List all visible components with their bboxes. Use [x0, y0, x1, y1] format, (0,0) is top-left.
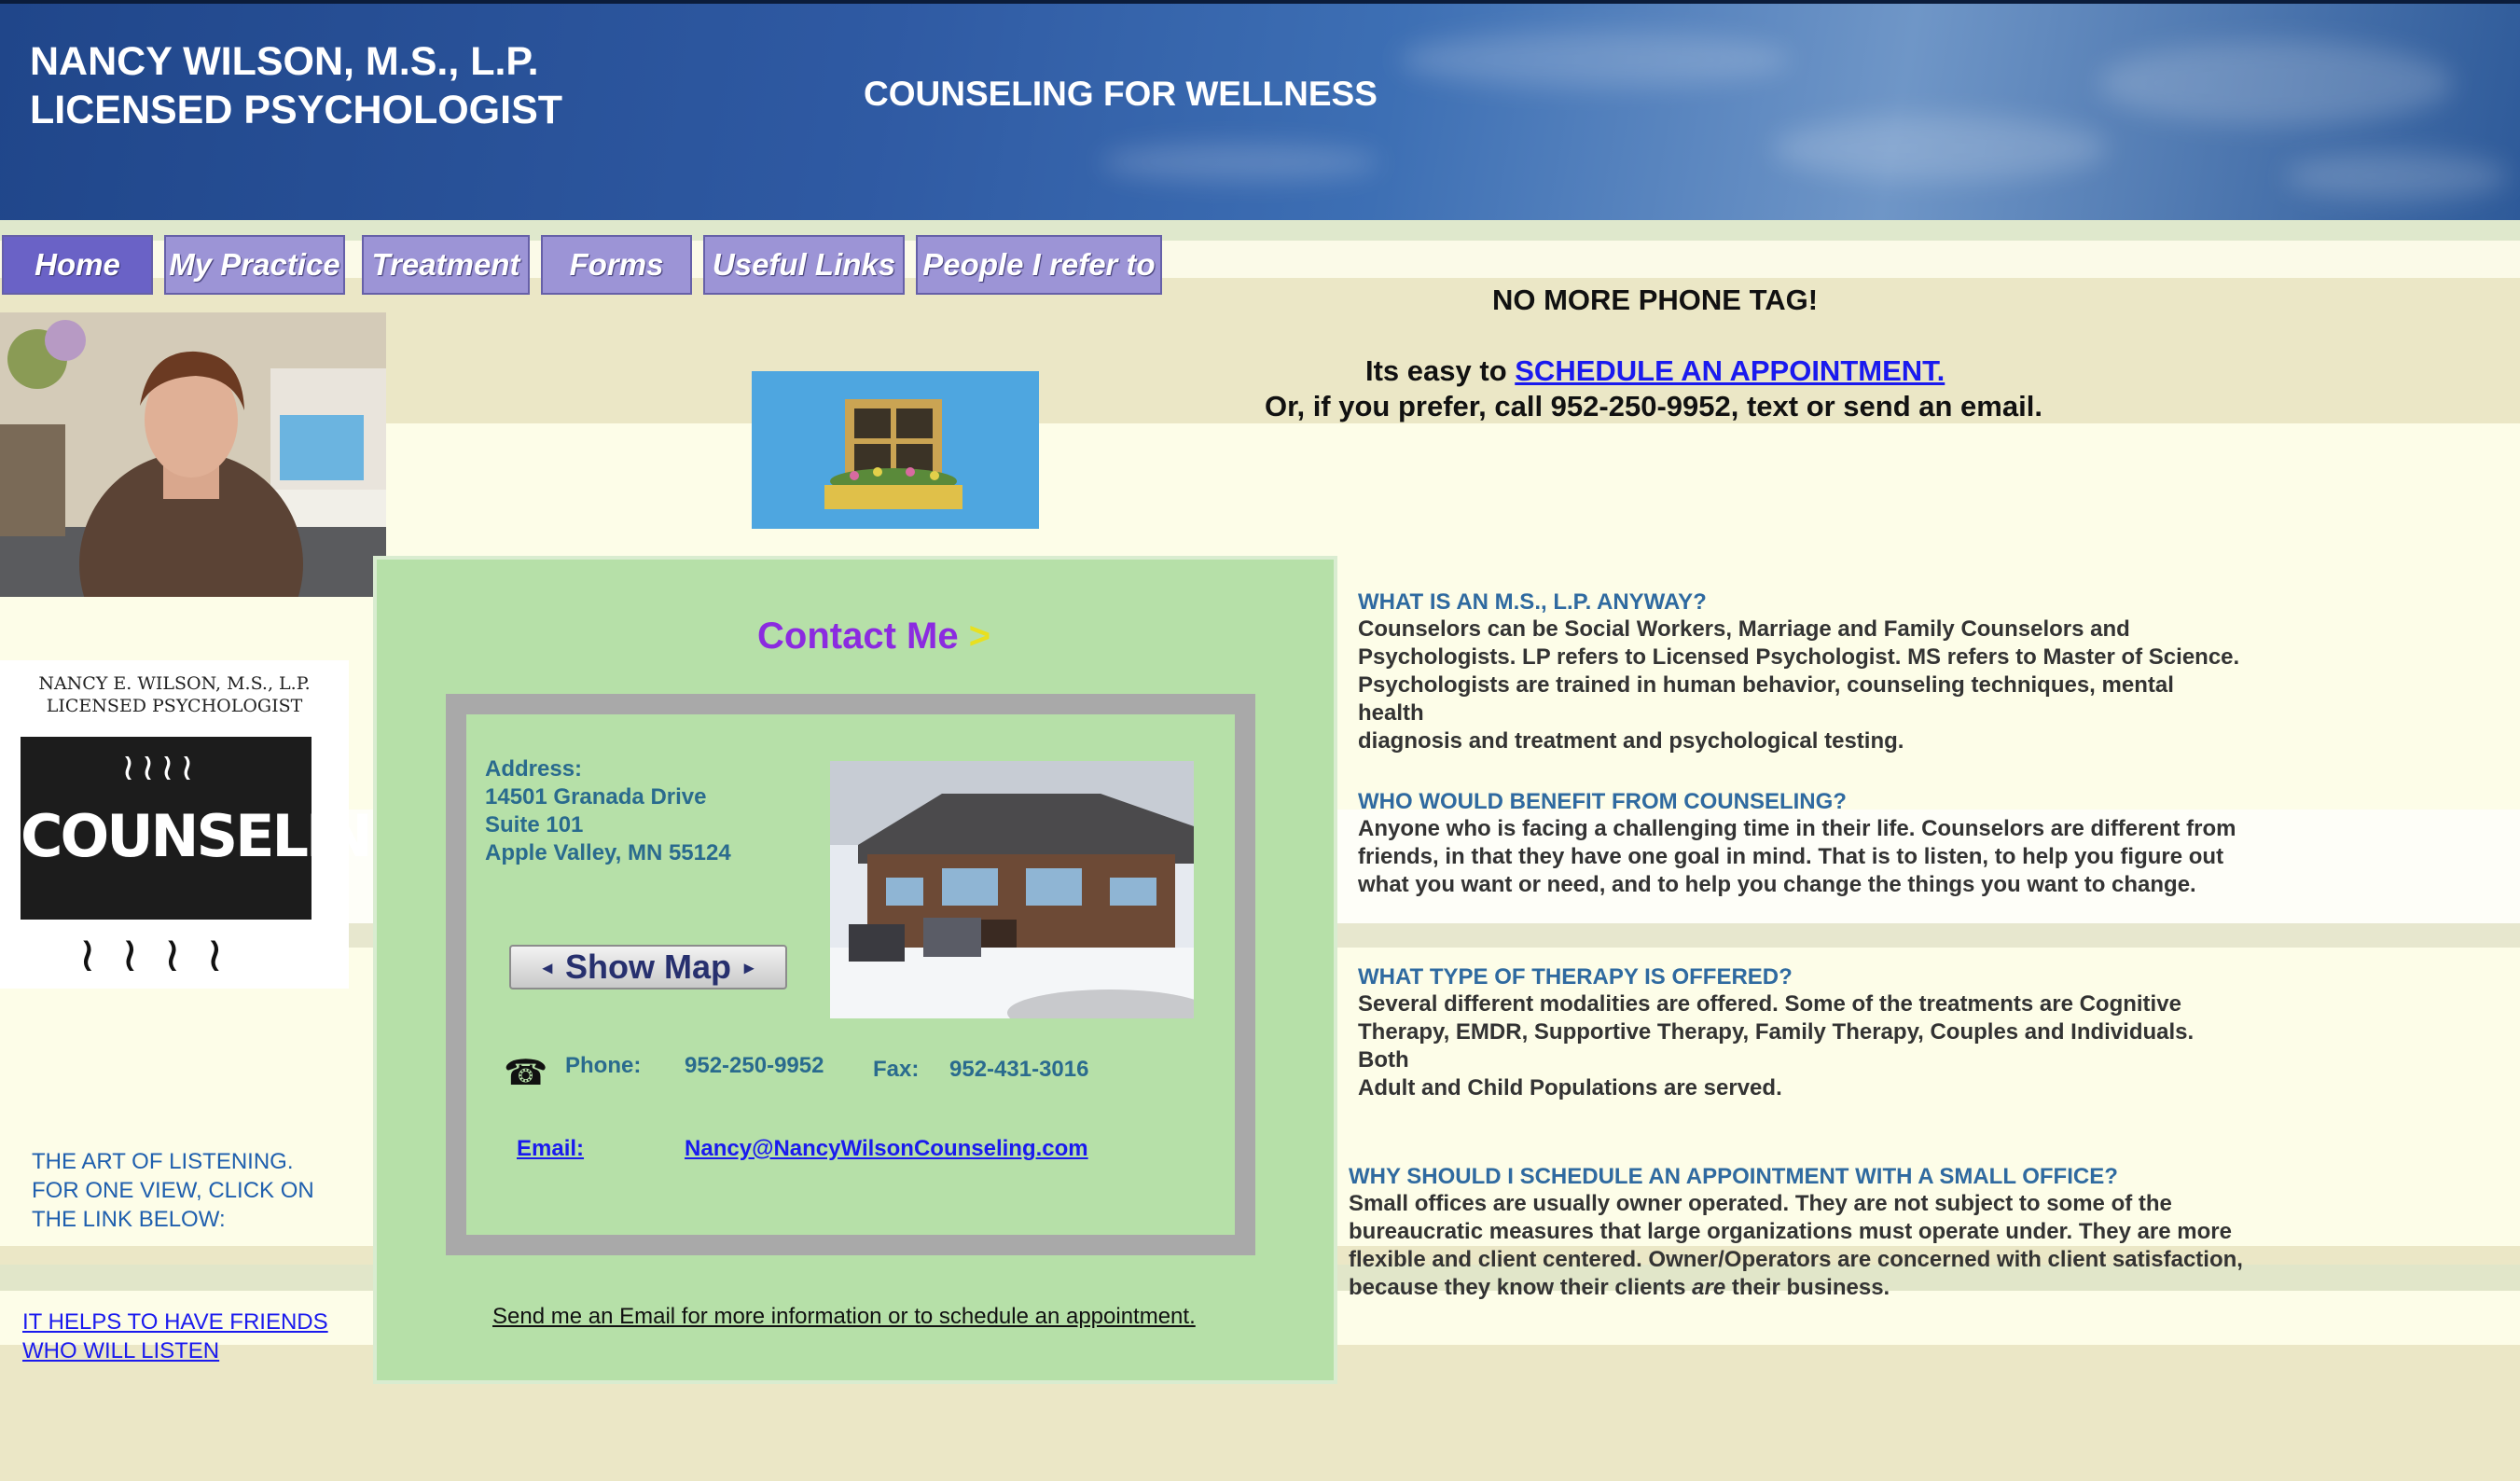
- faq-answer-line: Both: [1358, 1047, 1409, 1073]
- site-tagline: COUNSELING FOR WELLNESS: [864, 75, 1378, 113]
- fax-number: 952-431-3016: [949, 1057, 1089, 1082]
- faq-question: WHO WOULD BENEFIT FROM COUNSELING?: [1358, 789, 1847, 814]
- faq-last-suffix: their business.: [1725, 1275, 1890, 1300]
- faq-last-prefix: because they know their clients: [1349, 1275, 1693, 1300]
- nav-useful-links[interactable]: Useful Links: [703, 235, 905, 295]
- faq-answer-line: friends, in that they have one goal in m…: [1358, 844, 2224, 869]
- contact-title-text: Contact Me: [757, 616, 959, 657]
- faq-answer-line: Small offices are usually owner operated…: [1349, 1191, 2172, 1216]
- art-line: FOR ONE VIEW, CLICK ON: [32, 1178, 314, 1203]
- nav-forms[interactable]: Forms: [541, 235, 692, 295]
- friends-link-line1: IT HELPS TO HAVE FRIENDS: [22, 1309, 328, 1335]
- phone-label: Phone:: [565, 1053, 642, 1078]
- nav-my-practice[interactable]: My Practice: [164, 235, 345, 295]
- window-flower-box-image: [752, 371, 1039, 529]
- nav-people-i-refer-to[interactable]: People I refer to: [916, 235, 1162, 295]
- friends-link[interactable]: IT HELPS TO HAVE FRIENDS WHO WILL LISTEN: [22, 1308, 328, 1365]
- faq-last-em: are: [1692, 1275, 1726, 1300]
- art-of-listening-text: THE ART OF LISTENING. FOR ONE VIEW, CLIC…: [32, 1147, 314, 1234]
- logo-wave-icon: ≀≀≀≀: [78, 928, 248, 982]
- faq-answer-line: Several different modalities are offered…: [1358, 991, 2181, 1017]
- profile-photo: [0, 312, 386, 597]
- map-left-icon: ◂: [542, 957, 552, 978]
- no-phone-tag-heading: NO MORE PHONE TAG!: [1492, 284, 1819, 316]
- faq-answer-line: health: [1358, 700, 1424, 726]
- faq-answer-line: Psychologists. LP refers to Licensed Psy…: [1358, 644, 2240, 670]
- faq-question: WHAT TYPE OF THERAPY IS OFFERED?: [1358, 964, 1793, 990]
- faq-answer-line: Counselors can be Social Workers, Marria…: [1358, 616, 2130, 642]
- contact-title: Contact Me >: [757, 616, 990, 657]
- faq-answer-line: because they know their clients are thei…: [1349, 1274, 2243, 1302]
- counseling-logo: NANCY E. WILSON, M.S., L.P. LICENSED PSY…: [0, 660, 418, 989]
- nav-home[interactable]: Home: [2, 235, 153, 295]
- faq-item: WHAT TYPE OF THERAPY IS OFFERED? Several…: [1358, 964, 2194, 1102]
- faq-answer-line: Psychologists are trained in human behav…: [1358, 672, 2174, 698]
- send-email-link[interactable]: Send me an Email for more information or…: [492, 1304, 1196, 1330]
- logo-steam-icon: ≀≀≀≀: [121, 747, 200, 788]
- schedule-prefix: Its easy to: [1365, 354, 1516, 387]
- faq-answer-line: Anyone who is facing a challenging time …: [1358, 816, 2236, 841]
- address-line: 14501 Granada Drive: [485, 784, 707, 810]
- contact-arrow-icon: >: [968, 616, 991, 657]
- email-address: Nancy@NancyWilsonCounseling.com: [685, 1136, 1088, 1161]
- site-title-line1: NANCY WILSON, M.S., L.P.: [30, 39, 539, 84]
- address-label: Address:: [485, 756, 583, 782]
- address-line: Suite 101: [485, 812, 584, 837]
- site-title-line2: LICENSED PSYCHOLOGIST: [30, 88, 563, 132]
- office-building-photo: [830, 761, 1194, 1018]
- faq-answer-line: bureaucratic measures that large organiz…: [1349, 1219, 2232, 1244]
- logo-line2: LICENSED PSYCHOLOGIST: [46, 696, 303, 716]
- show-map-button[interactable]: ◂ Show Map ▸: [509, 945, 787, 990]
- schedule-appointment-link[interactable]: SCHEDULE AN APPOINTMENT.: [1515, 354, 1945, 387]
- faq-item: WHAT IS AN M.S., L.P. ANYWAY? Counselors…: [1358, 589, 2239, 755]
- address-line: Apple Valley, MN 55124: [485, 840, 731, 865]
- fax-label: Fax:: [873, 1057, 920, 1082]
- address-block: Address: 14501 Granada Drive Suite 101 A…: [485, 755, 731, 867]
- schedule-line: Its easy to SCHEDULE AN APPOINTMENT.: [1365, 354, 1945, 388]
- nav-treatment[interactable]: Treatment: [362, 235, 530, 295]
- faq-answer: Counselors can be Social Workers, Marria…: [1358, 616, 2239, 755]
- faq-item: WHO WOULD BENEFIT FROM COUNSELING? Anyon…: [1358, 789, 2236, 899]
- faq-answer: Anyone who is facing a challenging time …: [1358, 815, 2236, 899]
- phone-number: 952-250-9952: [685, 1053, 824, 1078]
- faq-question: WHAT IS AN M.S., L.P. ANYWAY?: [1358, 589, 1707, 615]
- faq-answer-line: flexible and client centered. Owner/Oper…: [1349, 1247, 2243, 1272]
- faq-answer-line: diagnosis and treatment and psychologica…: [1358, 728, 1904, 754]
- email-link[interactable]: Email: Nancy@NancyWilsonCounseling.com: [517, 1136, 1088, 1162]
- art-line: THE LINK BELOW:: [32, 1207, 226, 1232]
- faq-answer-line: what you want or need, and to help you c…: [1358, 872, 2196, 897]
- call-line: Or, if you prefer, call 952-250-9952, te…: [1265, 390, 2042, 422]
- site-header: NANCY WILSON, M.S., L.P. LICENSED PSYCHO…: [0, 0, 2520, 220]
- faq-answer: Several different modalities are offered…: [1358, 990, 2194, 1102]
- map-button-label: Show Map: [565, 948, 731, 986]
- faq-question: WHY SHOULD I SCHEDULE AN APPOINTMENT WIT…: [1349, 1164, 2118, 1189]
- faq-answer-line: Therapy, EMDR, Supportive Therapy, Famil…: [1358, 1019, 2195, 1045]
- friends-link-line2: WHO WILL LISTEN: [22, 1338, 220, 1363]
- phone-icon: ☎: [504, 1054, 548, 1093]
- site-title: NANCY WILSON, M.S., L.P. LICENSED PSYCHO…: [30, 37, 562, 134]
- map-right-icon: ▸: [744, 957, 755, 978]
- email-label: Email:: [517, 1136, 585, 1161]
- faq-answer: Small offices are usually owner operated…: [1349, 1190, 2243, 1302]
- logo-line1: NANCY E. WILSON, M.S., L.P.: [38, 673, 311, 694]
- art-line: THE ART OF LISTENING.: [32, 1149, 294, 1174]
- faq-item: WHY SHOULD I SCHEDULE AN APPOINTMENT WIT…: [1349, 1164, 2243, 1302]
- logo-word: COUNSELING: [21, 802, 418, 870]
- faq-answer-line: Adult and Child Populations are served.: [1358, 1075, 1782, 1100]
